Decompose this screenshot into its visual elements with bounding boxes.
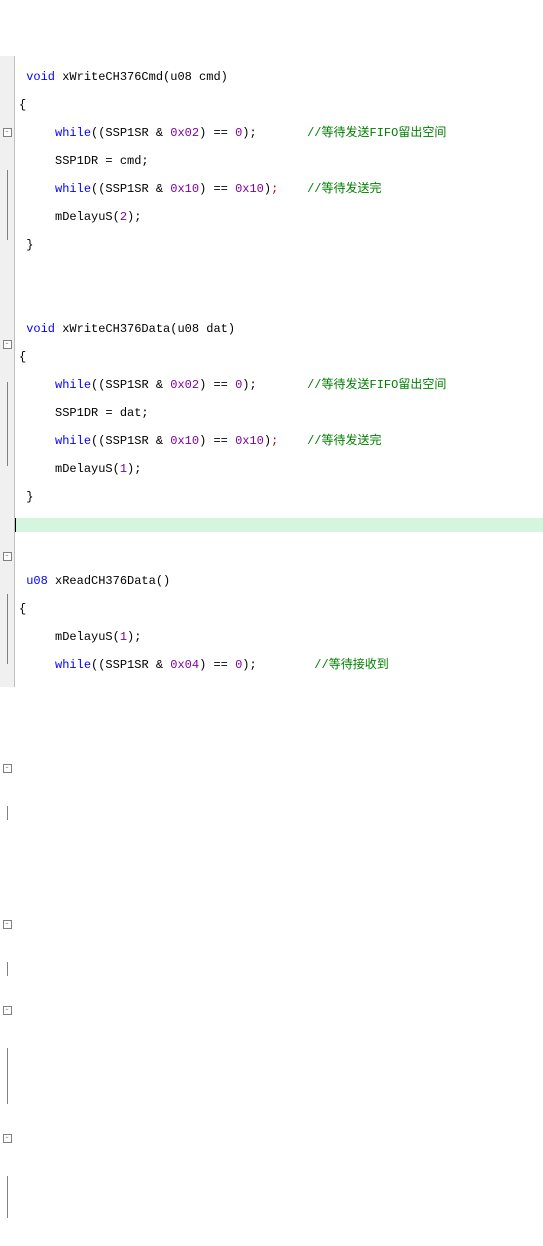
- code-line[interactable]: void xWriteCH376Cmd(u08 cmd): [19, 70, 543, 84]
- highlighted-line[interactable]: [15, 518, 543, 532]
- comment: //等待接收到: [314, 658, 388, 672]
- code-line[interactable]: }: [19, 490, 543, 504]
- code-line[interactable]: [19, 546, 543, 560]
- code-line[interactable]: {: [19, 350, 543, 364]
- comment: //等待发送完: [307, 434, 381, 448]
- code-line[interactable]: while((SSP1SR & 0x10) == 0x10); //等待发送完: [19, 434, 543, 448]
- comment: //等待发送完: [307, 182, 381, 196]
- code-line[interactable]: SSP1DR = dat;: [19, 406, 543, 420]
- code-line[interactable]: mDelayuS(1);: [19, 630, 543, 644]
- code-line[interactable]: {: [19, 602, 543, 616]
- comment: //等待发送FIFO留出空间: [307, 378, 446, 392]
- code-line[interactable]: while((SSP1SR & 0x10) == 0x10); //等待发送完: [19, 182, 543, 196]
- code-line[interactable]: while((SSP1SR & 0x02) == 0); //等待发送FIFO留…: [19, 378, 543, 392]
- comment: //等待发送FIFO留出空间: [307, 126, 446, 140]
- code-line[interactable]: [19, 266, 543, 280]
- code-editor[interactable]: - - - - - - - void xWriteCH376Cmd(u08 cm…: [0, 56, 543, 687]
- fold-gutter: - - - - - - -: [0, 56, 15, 687]
- code-line[interactable]: u08 xReadCH376Data(): [19, 574, 543, 588]
- fold-toggle-icon[interactable]: -: [3, 128, 12, 137]
- code-line[interactable]: void xWriteCH376Data(u08 dat): [19, 322, 543, 336]
- code-line[interactable]: [19, 294, 543, 308]
- code-line[interactable]: while((SSP1SR & 0x02) == 0); //等待发送FIFO留…: [19, 126, 543, 140]
- code-line[interactable]: {: [19, 98, 543, 112]
- fold-toggle-icon[interactable]: -: [3, 920, 12, 929]
- code-line[interactable]: while((SSP1SR & 0x04) == 0); //等待接收到: [19, 658, 543, 672]
- fold-toggle-icon[interactable]: -: [3, 1134, 12, 1143]
- fold-toggle-icon[interactable]: -: [3, 552, 12, 561]
- code-line[interactable]: mDelayuS(1);: [19, 462, 543, 476]
- code-line[interactable]: }: [19, 238, 543, 252]
- code-area[interactable]: void xWriteCH376Cmd(u08 cmd) { while((SS…: [15, 56, 543, 687]
- fold-toggle-icon[interactable]: -: [3, 764, 12, 773]
- code-line[interactable]: return(SSP1DR);: [19, 686, 543, 687]
- code-line[interactable]: mDelayuS(2);: [19, 210, 543, 224]
- fold-toggle-icon[interactable]: -: [3, 1006, 12, 1015]
- code-line[interactable]: SSP1DR = cmd;: [19, 154, 543, 168]
- fold-toggle-icon[interactable]: -: [3, 340, 12, 349]
